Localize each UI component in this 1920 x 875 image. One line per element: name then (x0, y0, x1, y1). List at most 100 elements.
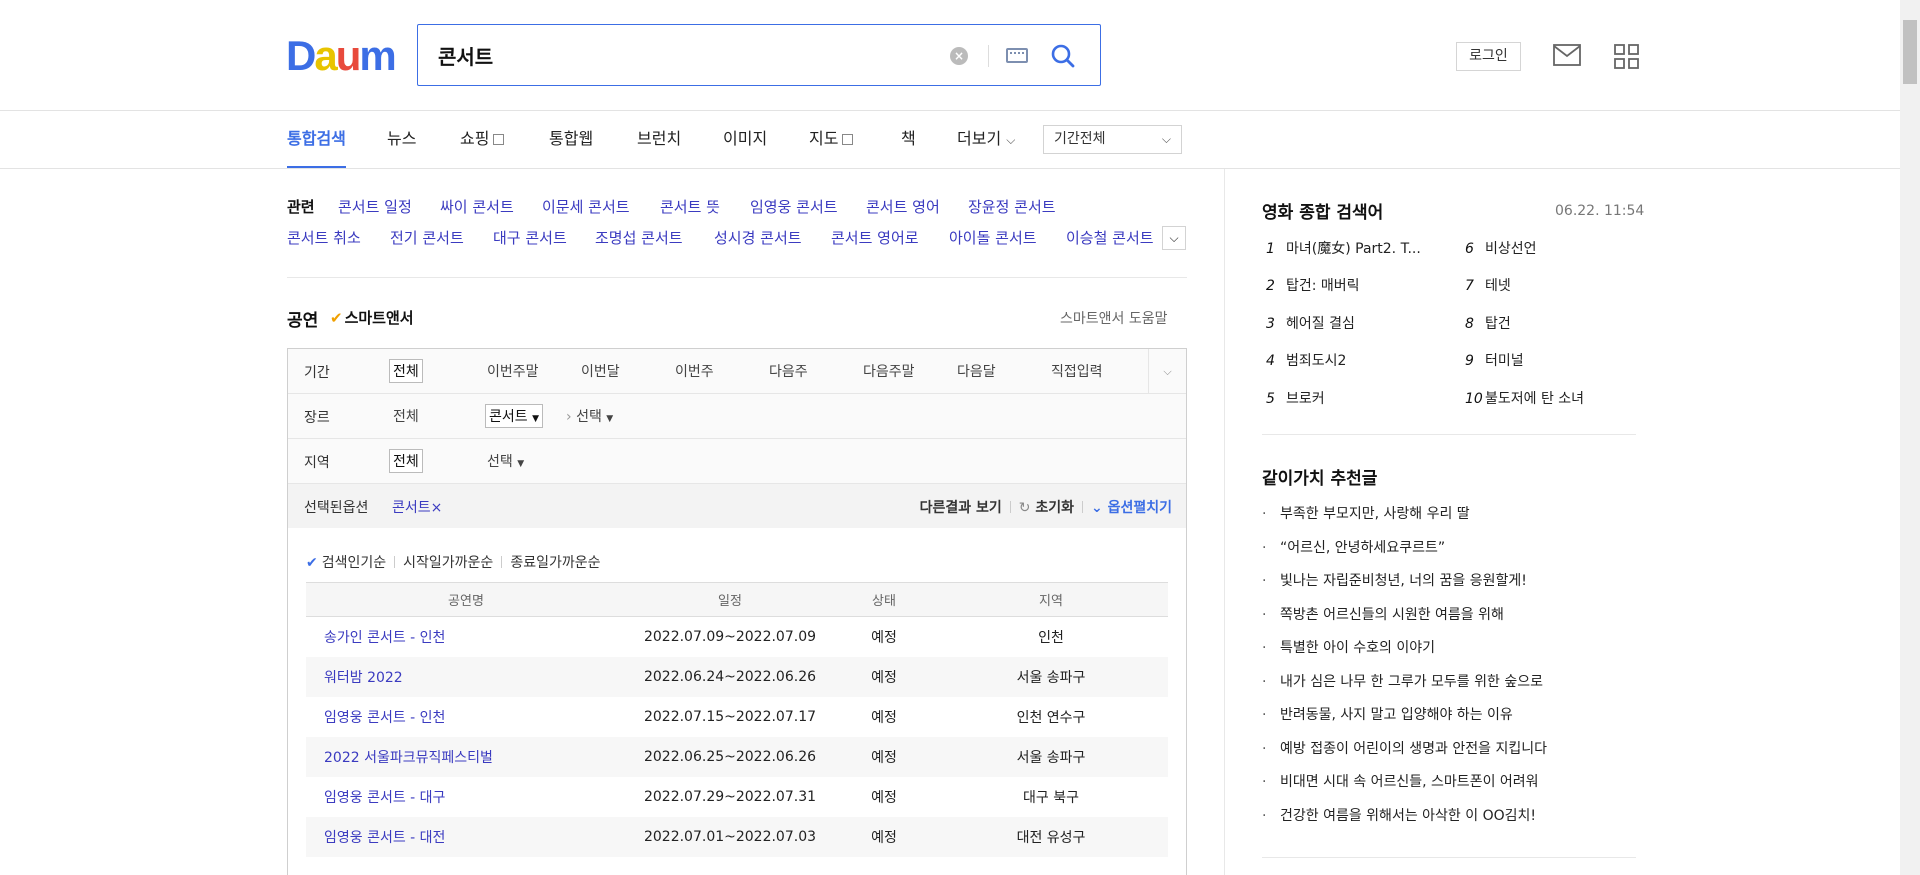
tab-shopping[interactable]: 쇼핑 (460, 111, 505, 168)
concert-name-link[interactable]: 송가인 콘서트 - 인천 (306, 617, 626, 657)
filter-option[interactable]: 전체 (389, 449, 423, 473)
related-link[interactable]: 이문세 콘서트 (542, 196, 630, 217)
filter-option[interactable]: 직접입력 (1051, 361, 1103, 381)
expand-options-button[interactable]: ⌄ 옵션펼치기 (1091, 500, 1172, 516)
recommend-item[interactable]: · 반려동물, 사지 말고 입양해야 하는 이유 (1262, 704, 1513, 724)
tab-all[interactable]: 통합검색 (287, 111, 346, 168)
login-button[interactable]: 로그인 (1456, 42, 1521, 71)
related-link[interactable]: 콘서트 영어로 (831, 227, 919, 248)
recommend-item[interactable]: · 부족한 부모지만, 사랑해 우리 딸 (1262, 503, 1470, 523)
reset-label: 초기화 (1035, 500, 1074, 516)
reset-button[interactable]: ↻ 초기화 (1019, 500, 1074, 516)
recommend-item[interactable]: · 특별한 아이 수호의 이야기 (1262, 637, 1435, 657)
recommend-item[interactable]: · 빛나는 자립준비청년, 너의 꿈을 응원할게! (1262, 570, 1527, 590)
search-button[interactable] (1046, 39, 1080, 73)
sort-start-date[interactable]: 시작일가까운순 (403, 555, 493, 571)
concert-region: 인천 연수구 (1016, 709, 1086, 726)
concert-name-link[interactable]: 2022 서울파크뮤직페스티벌 (306, 736, 626, 777)
search-input[interactable] (438, 39, 918, 71)
recommend-item[interactable]: · 비대면 시대 속 어르신들, 스마트폰이 어려워 (1262, 771, 1539, 791)
ranking-item[interactable]: 3 헤어질 결심 (1266, 313, 1355, 333)
page-scrollbar[interactable] (1900, 0, 1920, 875)
ranking-item[interactable]: 6 비상선언 (1465, 238, 1537, 258)
ranking-item[interactable]: 4 범죄도시2 (1266, 350, 1346, 370)
region-dropdown[interactable]: 선택 ▼ (487, 451, 524, 471)
tab-book[interactable]: 책 (901, 111, 916, 168)
related-link[interactable]: 조명섭 콘서트 (595, 227, 683, 248)
concert-status: 예정 (871, 789, 897, 806)
tab-web[interactable]: 통합웹 (549, 111, 593, 168)
tab-news[interactable]: 뉴스 (387, 111, 416, 168)
recommend-item[interactable]: · “어르신, 안녕하세요쿠르트” (1262, 537, 1445, 557)
concert-name-link[interactable]: 워터밤 2022 (306, 656, 626, 697)
clear-icon[interactable]: × (950, 47, 968, 65)
filter-option[interactable]: 전체 (389, 359, 423, 383)
filter-option[interactable]: 다음주말 (863, 361, 915, 381)
ranking-item[interactable]: 7 테넷 (1465, 275, 1511, 295)
table-row: 2022 서울파크뮤직페스티벌 2022.06.25~2022.06.26 예정… (306, 736, 1168, 777)
related-row-2: 콘서트 취소 전기 콘서트 대구 콘서트 조명섭 콘서트 성시경 콘서트 콘서트… (287, 227, 1157, 249)
tab-brunch[interactable]: 브런치 (637, 111, 681, 168)
other-results-button[interactable]: 다른결과 보기 (920, 500, 1002, 516)
filter-option[interactable]: 다음달 (957, 361, 996, 381)
recommend-item[interactable]: · 쪽방촌 어르신들의 시원한 여름을 위해 (1262, 604, 1504, 624)
recommend-item[interactable]: · 내가 심은 나무 한 그루가 모두를 위한 숲으로 (1262, 671, 1543, 691)
concert-name-link[interactable]: 임영웅 콘서트 - 대전 (306, 816, 626, 857)
ranking-item[interactable]: 8 탑건 (1465, 313, 1511, 333)
genre-sub-dropdown[interactable]: › 선택 ▼ (566, 406, 613, 426)
apps-grid-icon[interactable] (1614, 44, 1639, 73)
filter-option[interactable]: 이번주 (675, 361, 714, 381)
recommend-item[interactable]: · 건강한 여름을 위해서는 아삭한 이 OO김치! (1262, 805, 1536, 825)
related-more-button[interactable]: ⌵ (1162, 226, 1186, 250)
section-divider (1262, 434, 1636, 435)
smart-answer-help-link[interactable]: 스마트앤서 도움말 (1060, 308, 1168, 328)
tab-map[interactable]: 지도 (809, 111, 854, 168)
ranking-item[interactable]: 1 마녀(魔女) Part2. T... (1266, 238, 1421, 258)
related-link[interactable]: 싸이 콘서트 (440, 196, 514, 217)
filter-expand-button[interactable]: ⌵ (1148, 349, 1186, 394)
divider (1081, 501, 1083, 513)
sort-end-date[interactable]: 종료일가까운순 (510, 555, 600, 571)
daum-logo[interactable]: Daum (286, 35, 397, 77)
related-link[interactable]: 대구 콘서트 (493, 227, 567, 248)
divider (1009, 501, 1011, 513)
keyboard-icon[interactable] (1006, 48, 1028, 63)
mail-icon[interactable] (1553, 44, 1581, 70)
rank-text: 터미널 (1485, 353, 1524, 369)
related-link[interactable]: 콘서트 영어 (866, 196, 940, 217)
concert-name-link[interactable]: 임영웅 콘서트 - 인천 (306, 697, 626, 737)
tab-image[interactable]: 이미지 (723, 111, 767, 168)
related-link[interactable]: 전기 콘서트 (390, 227, 464, 248)
tab-more[interactable]: 더보기 ⌵ (957, 111, 1015, 168)
filter-option[interactable]: 이번주말 (487, 361, 539, 381)
chevron-down-icon: ⌵ (1169, 231, 1179, 245)
related-link[interactable]: 이승철 콘서트 (1066, 227, 1154, 248)
bullet-icon: · (1262, 607, 1267, 623)
related-link[interactable]: 콘서트 일정 (338, 196, 412, 217)
selected-chip[interactable]: 콘서트× (392, 497, 442, 517)
concert-name-link[interactable]: 임영웅 콘서트 - 대구 (306, 777, 626, 817)
genre-dropdown[interactable]: 콘서트 ▼ (485, 404, 544, 428)
scrollbar-thumb[interactable] (1903, 20, 1917, 84)
table-row: 임영웅 콘서트 - 대전 2022.07.01~2022.07.03 예정 대전… (306, 816, 1168, 857)
rank-text: 비상선언 (1485, 241, 1537, 257)
recommend-item[interactable]: · 예방 접종이 어린이의 생명과 안전을 지킵니다 (1262, 738, 1547, 758)
rank-text: 브로커 (1286, 391, 1325, 407)
ranking-item[interactable]: 5 브로커 (1266, 388, 1325, 408)
ranking-item[interactable]: 2 탑건: 매버릭 (1266, 275, 1360, 295)
filter-option[interactable]: 다음주 (769, 361, 808, 381)
tab-more-label: 더보기 (957, 129, 1002, 148)
ranking-item[interactable]: 10 불도저에 탄 소녀 (1465, 388, 1584, 408)
related-link[interactable]: 임영웅 콘서트 (750, 196, 838, 217)
related-link[interactable]: 콘서트 취소 (287, 227, 361, 248)
related-link[interactable]: 콘서트 뜻 (660, 196, 720, 217)
ranking-item[interactable]: 9 터미널 (1465, 350, 1524, 370)
related-link[interactable]: 성시경 콘서트 (714, 227, 802, 248)
related-link[interactable]: 아이돌 콘서트 (949, 227, 1037, 248)
sort-popular[interactable]: 검색인기순 (322, 555, 386, 571)
filter-option[interactable]: 이번달 (581, 361, 620, 381)
related-link[interactable]: 장윤정 콘서트 (968, 196, 1056, 217)
rank-number: 8 (1465, 316, 1474, 332)
filter-option[interactable]: 전체 (393, 406, 419, 426)
period-select[interactable]: 기간전체 ⌵ (1043, 125, 1182, 154)
